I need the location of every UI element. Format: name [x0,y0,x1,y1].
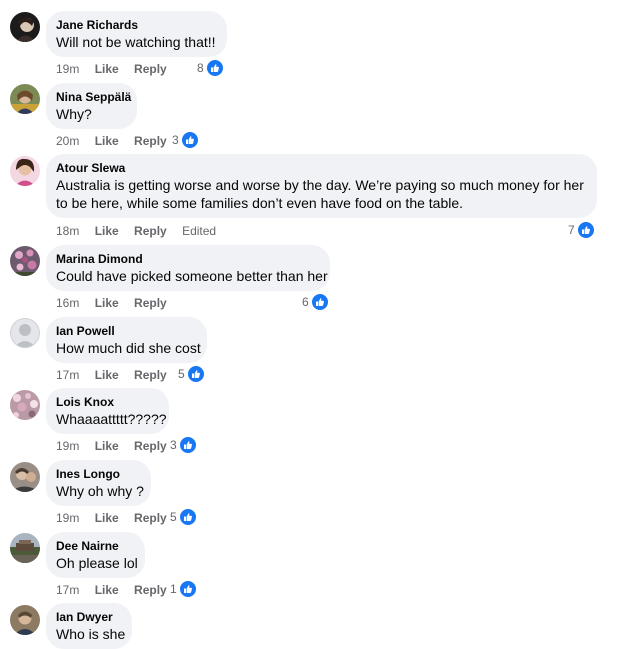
comment-actions: 17m Like Reply [56,582,179,598]
avatar[interactable] [10,12,40,42]
reaction-number: 5 [178,367,185,381]
reply-link[interactable]: Reply [134,367,167,383]
comment-bubble: Marina Dimond Could have picked someone … [46,245,330,291]
comment-author[interactable]: Ines Longo [56,467,141,482]
comment-time[interactable]: 17m [56,582,79,598]
avatar[interactable] [10,246,40,276]
comment-text: Who is she [56,626,126,642]
reaction-count[interactable]: 5 [170,508,197,526]
comment-time[interactable]: 19m [56,510,79,526]
comment-bubble: Lois Knox Whaaaattttt????? [46,388,169,434]
comment-text: Why oh why ? [56,483,144,499]
comment-time[interactable]: 19m [56,438,79,454]
thumbs-up-icon [205,59,224,77]
thumbs-up-icon [178,580,197,598]
comment-actions: 19m Like Reply [56,61,179,77]
comment-bubble: Dee Nairne Oh please lol [46,532,145,578]
reply-link[interactable]: Reply [134,133,167,149]
reaction-count[interactable]: 8 [197,59,224,77]
reaction-count[interactable]: 3 [172,131,199,149]
like-link[interactable]: Like [95,582,119,598]
reaction-number: 6 [302,295,309,309]
comment-actions: 17m Like Reply [56,367,179,383]
reply-link[interactable]: Reply [134,582,167,598]
comment-actions: 20m Like Reply [56,133,179,149]
comment-text: Could have picked someone better than he… [56,268,328,284]
like-link[interactable]: Like [95,510,119,526]
thumbs-up-icon [310,293,329,311]
comment-bubble: Ines Longo Why oh why ? [46,460,151,506]
comment-author[interactable]: Ian Dwyer [56,610,122,625]
comment-time[interactable]: 18m [56,223,79,239]
comment-author[interactable]: Atour Slewa [56,161,587,176]
thumbs-up-icon [186,365,205,383]
avatar[interactable] [10,84,40,114]
avatar[interactable] [10,605,40,635]
avatar[interactable] [10,462,40,492]
reaction-number: 3 [170,438,177,452]
reply-link[interactable]: Reply [134,438,167,454]
comment-text: Whaaaattttt????? [56,411,167,427]
like-link[interactable]: Like [95,133,119,149]
reply-link[interactable]: Reply [134,223,167,239]
comment-time[interactable]: 17m [56,367,79,383]
reaction-number: 8 [197,61,204,75]
like-link[interactable]: Like [95,61,119,77]
comment-author[interactable]: Nina Seppälä [56,90,131,105]
reaction-count[interactable]: 6 [302,293,329,311]
reaction-number: 1 [170,582,177,596]
comment-bubble: Ian Powell How much did she cost [46,317,207,363]
reaction-count[interactable]: 5 [178,365,205,383]
thumbs-up-icon [180,131,199,149]
comment-bubble: Nina Seppälä Why? [46,83,137,129]
edited-label: Edited [182,224,217,238]
avatar[interactable] [10,533,40,563]
like-link[interactable]: Like [95,438,119,454]
like-link[interactable]: Like [95,367,119,383]
reaction-number: 5 [170,510,177,524]
avatar[interactable] [10,390,40,420]
like-link[interactable]: Like [95,295,119,311]
like-link[interactable]: Like [95,223,119,239]
comment-text: Will not be watching that!! [56,34,216,50]
comment-author[interactable]: Marina Dimond [56,252,320,267]
comment-bubble: Ian Dwyer Who is she [46,603,132,649]
reply-link[interactable]: Reply [134,295,167,311]
avatar[interactable] [10,318,40,348]
comment-text: Oh please lol [56,555,138,571]
comment-author[interactable]: Lois Knox [56,395,159,410]
comment-time[interactable]: 16m [56,295,79,311]
comment-bubble: Jane Richards Will not be watching that!… [46,11,227,57]
reply-link[interactable]: Reply [134,61,167,77]
comment-bubble: Atour Slewa Australia is getting worse a… [46,154,597,218]
comment-actions: 19m Like Reply [56,510,179,526]
avatar[interactable] [10,156,40,186]
comments-list: 19m Jane Richards Will not be watching t… [0,0,634,649]
reaction-count[interactable]: 7 [568,221,595,239]
reaction-number: 7 [568,223,575,237]
comment-text: How much did she cost [56,340,201,356]
reaction-count[interactable]: 1 [170,580,197,598]
comment-time[interactable]: 19m [56,61,79,77]
comment-actions: 16m Like Reply [56,295,179,311]
reaction-number: 3 [172,133,179,147]
comment-text: Australia is getting worse and worse by … [56,177,584,211]
previous-comment-meta: 19m [56,0,79,3]
thumbs-up-icon [178,508,197,526]
comment-actions: 18m Like Reply Edited [56,223,228,239]
comment-author[interactable]: Jane Richards [56,18,217,33]
comment-author[interactable]: Ian Powell [56,324,197,339]
thumbs-up-icon [576,221,595,239]
comment-text: Why? [56,106,92,122]
reaction-count[interactable]: 3 [170,436,197,454]
comment-time: 19m [56,0,79,3]
comment-author[interactable]: Dee Nairne [56,539,135,554]
comment-time[interactable]: 20m [56,133,79,149]
reply-link[interactable]: Reply [134,510,167,526]
thumbs-up-icon [178,436,197,454]
comment-actions: 19m Like Reply [56,438,179,454]
